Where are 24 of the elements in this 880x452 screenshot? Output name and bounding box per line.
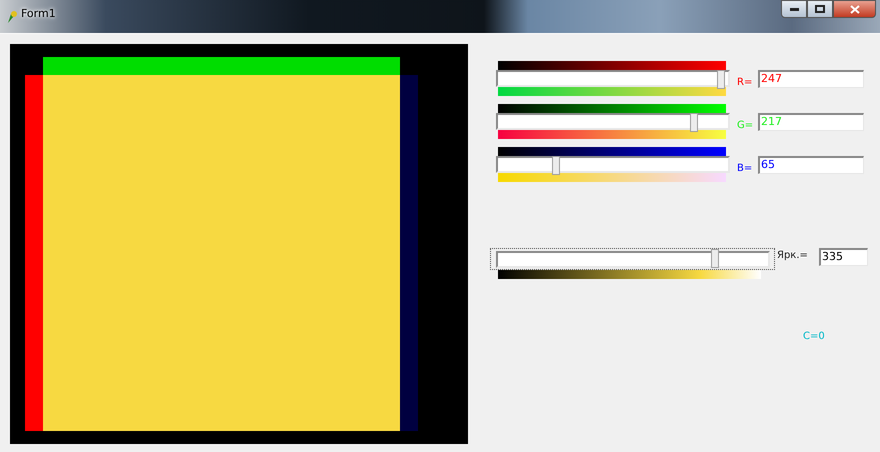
channel-value-field[interactable]: 247 bbox=[758, 70, 864, 88]
slider-thumb[interactable] bbox=[552, 156, 560, 175]
maximize-icon bbox=[815, 5, 825, 13]
brightness-slider[interactable] bbox=[490, 248, 775, 270]
channel-slider[interactable] bbox=[496, 113, 730, 130]
app-icon bbox=[6, 10, 18, 24]
slider-thumb[interactable] bbox=[717, 70, 726, 89]
brightness-value-field[interactable]: 335 bbox=[819, 248, 868, 266]
channel-slider[interactable] bbox=[496, 70, 730, 87]
minimize-icon bbox=[790, 7, 798, 11]
window-title: Form1 bbox=[21, 7, 56, 20]
channel-label: B= bbox=[737, 163, 754, 174]
close-icon bbox=[850, 4, 860, 14]
minimize-button[interactable] bbox=[781, 0, 807, 18]
slider-thumb[interactable] bbox=[690, 113, 698, 132]
brightness-label: Ярк.= bbox=[777, 250, 809, 261]
slider-thumb[interactable] bbox=[711, 249, 720, 268]
channel-slider[interactable] bbox=[496, 156, 730, 173]
maximize-button[interactable] bbox=[807, 0, 833, 18]
channel-label: R= bbox=[737, 77, 754, 88]
channel-label: G= bbox=[737, 120, 754, 131]
close-button[interactable] bbox=[833, 0, 876, 18]
channel-value-field[interactable]: 65 bbox=[758, 156, 864, 174]
status-label: C=0 bbox=[803, 331, 826, 342]
